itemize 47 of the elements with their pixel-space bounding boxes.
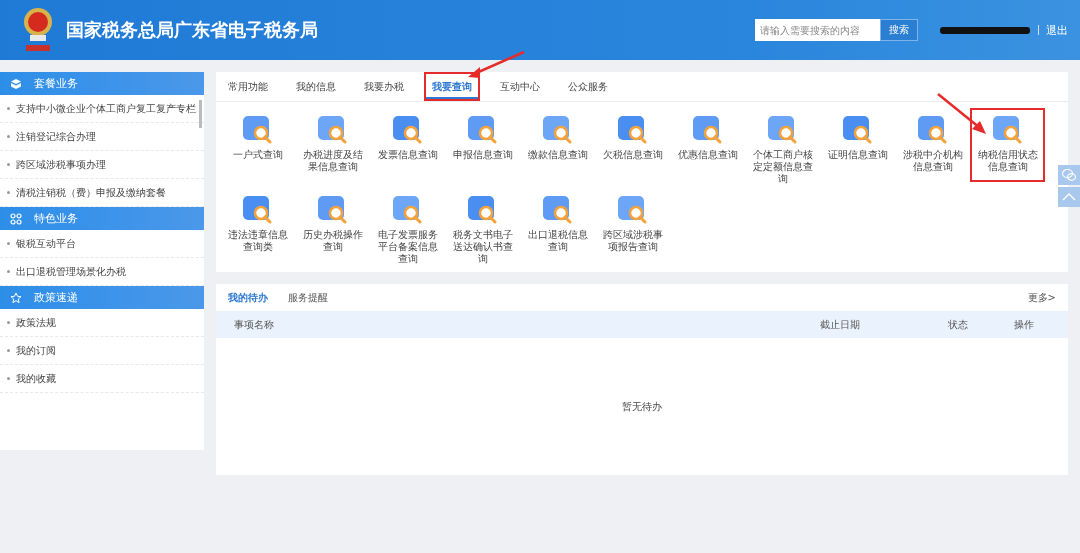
tab[interactable]: 我的信息	[288, 72, 344, 101]
query-function-item[interactable]: 跨区域涉税事项报告查询	[595, 188, 670, 262]
search-button[interactable]: 搜索	[880, 19, 918, 41]
query-function-item[interactable]: 证明信息查询	[820, 108, 895, 182]
tab[interactable]: 我要办税	[356, 72, 412, 101]
sidebar-item[interactable]: 跨区域涉税事项办理	[0, 151, 204, 179]
star-icon	[10, 291, 22, 304]
todo-tab[interactable]: 我的待办	[228, 290, 280, 305]
column-header: 事项名称	[234, 317, 275, 332]
query-function-item[interactable]: 电子发票服务平台备案信息查询	[370, 188, 445, 262]
cube-icon	[10, 77, 22, 90]
query-function-item[interactable]: 出口退税信息查询	[520, 188, 595, 262]
query-function-item[interactable]: 个体工商户核定定额信息查询	[745, 108, 820, 182]
sidebar-item[interactable]: 政策法规	[0, 309, 204, 337]
query-function-item[interactable]: 发票信息查询	[370, 108, 445, 182]
wechat-button[interactable]	[1058, 165, 1080, 185]
more-link[interactable]: 更多>	[1027, 290, 1056, 305]
empty-message: 暂无待办	[622, 400, 662, 414]
query-function-item[interactable]: 一户式查询	[220, 108, 295, 182]
tab[interactable]: 公众服务	[560, 72, 616, 101]
column-header: 截止日期	[820, 317, 861, 332]
sidebar-item[interactable]: 我的订阅	[0, 337, 204, 365]
column-header: 状态	[948, 317, 969, 332]
query-function-item[interactable]: 违法违章信息查询类	[220, 188, 295, 262]
site-title: 国家税务总局广东省电子税务局	[66, 18, 318, 42]
query-function-item[interactable]: 历史办税操作查询	[295, 188, 370, 262]
query-function-item[interactable]: 优惠信息查询	[670, 108, 745, 182]
query-function-item[interactable]: 缴款信息查询	[520, 108, 595, 182]
query-function-item[interactable]: 申报信息查询	[445, 108, 520, 182]
annotation-arrow	[936, 92, 988, 136]
tab[interactable]: 互动中心	[492, 72, 548, 101]
sidebar-item[interactable]: 银税互动平台	[0, 230, 204, 258]
search-field[interactable]: 请输入需要搜索的内容	[755, 19, 880, 41]
query-function-item[interactable]: 欠税信息查询	[595, 108, 670, 182]
query-function-item[interactable]: 纳税信用状态信息查询	[970, 108, 1045, 182]
column-header: 操作	[1014, 317, 1035, 332]
query-function-item[interactable]: 办税进度及结果信息查询	[295, 108, 370, 182]
query-function-item[interactable]: 税务文书电子送达确认书查询	[445, 188, 520, 262]
sidebar-item[interactable]: 我的收藏	[0, 365, 204, 393]
back-to-top-button[interactable]	[1058, 187, 1080, 207]
tab[interactable]: 常用功能	[220, 72, 276, 101]
todo-tab[interactable]: 服务提醒	[288, 290, 340, 305]
chat-bubbles-icon	[1061, 167, 1077, 183]
annotation-arrow	[466, 50, 526, 80]
query-function-item[interactable]: 涉税中介机构信息查询	[895, 108, 970, 182]
tab[interactable]: 我要查询	[424, 72, 480, 101]
grid-icon	[10, 212, 22, 225]
